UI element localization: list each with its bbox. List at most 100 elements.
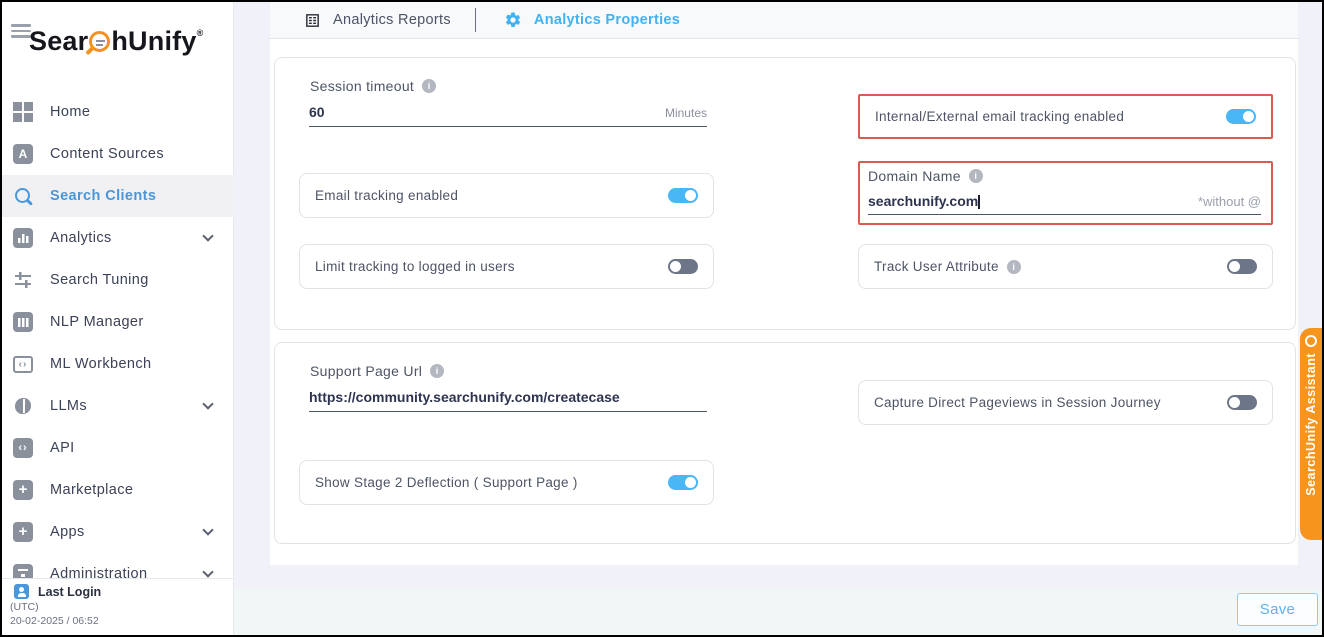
- sidebar-item-marketplace[interactable]: Marketplace: [2, 469, 234, 511]
- plus-icon: [13, 522, 33, 542]
- internal-external-tracking-card: Internal/External email tracking enabled: [858, 94, 1273, 139]
- analytics-properties-card-2: Support Page Url i Capture Direct Pagevi…: [274, 342, 1296, 544]
- limit-tracking-toggle[interactable]: [668, 259, 698, 274]
- logo-text-pre: Sear: [29, 26, 88, 56]
- analytics-properties-card-1: Session timeout i Minutes Internal/Exter…: [274, 57, 1296, 330]
- bar-chart-icon: [13, 228, 33, 248]
- chevron-down-icon: [202, 230, 213, 241]
- sidebar-item-search-tuning[interactable]: Search Tuning: [2, 259, 234, 301]
- tab-divider: [475, 8, 476, 32]
- gear-icon: [504, 11, 522, 29]
- hamburger-menu-icon[interactable]: [11, 24, 31, 38]
- label-text: Support Page Url: [310, 363, 422, 379]
- magnifier-logo-icon: [89, 31, 110, 52]
- report-grid-icon: [304, 12, 321, 29]
- chevron-down-icon: [202, 566, 213, 577]
- tab-analytics-reports[interactable]: Analytics Reports: [304, 12, 451, 29]
- session-timeout-label: Session timeout i: [310, 78, 436, 94]
- sidebar-item-search-clients[interactable]: Search Clients: [2, 175, 234, 217]
- assistant-logo-icon: [1305, 335, 1317, 347]
- api-icon: [13, 438, 33, 458]
- chevron-down-icon: [202, 398, 213, 409]
- dashboard-icon: [13, 102, 33, 122]
- logo-text-post: hUnify: [111, 26, 196, 56]
- track-user-attribute-card: Track User Attribute i: [858, 244, 1273, 289]
- limit-tracking-card: Limit tracking to logged in users: [299, 244, 714, 289]
- support-page-url-label: Support Page Url i: [310, 363, 444, 379]
- sidebar-item-analytics[interactable]: Analytics: [2, 217, 234, 259]
- sidebar-item-label: Content Sources: [50, 146, 220, 162]
- label-text: Session timeout: [310, 78, 414, 94]
- sidebar-item-apps[interactable]: Apps: [2, 511, 234, 553]
- stage2-deflection-label: Show Stage 2 Deflection ( Support Page ): [315, 475, 578, 490]
- domain-name-label: Domain Name i: [868, 168, 1261, 184]
- sidebar-item-content-sources[interactable]: Content Sources: [2, 133, 234, 175]
- brain-icon: [13, 396, 33, 416]
- sliders-icon: [13, 270, 33, 290]
- tab-label: Analytics Properties: [534, 12, 680, 28]
- info-icon[interactable]: i: [430, 364, 444, 378]
- code-brackets-icon: [13, 356, 33, 373]
- capture-pageviews-label: Capture Direct Pageviews in Session Jour…: [874, 395, 1161, 410]
- chevron-down-icon: [202, 524, 213, 535]
- last-login-panel: Last Login (UTC) 20-02-2025 / 06:52: [2, 578, 233, 635]
- email-tracking-label: Email tracking enabled: [315, 188, 458, 203]
- info-icon[interactable]: i: [1007, 260, 1021, 274]
- domain-name-field: Domain Name i searchunify.com *without @: [858, 161, 1273, 225]
- capture-pageviews-toggle[interactable]: [1227, 395, 1257, 410]
- sidebar-item-api[interactable]: API: [2, 427, 234, 469]
- domain-name-hint: *without @: [1198, 194, 1261, 209]
- domain-name-value: searchunify.com: [868, 193, 978, 209]
- email-tracking-toggle[interactable]: [668, 188, 698, 203]
- internal-external-tracking-toggle[interactable]: [1226, 109, 1256, 124]
- stage2-deflection-toggle[interactable]: [668, 475, 698, 490]
- sidebar-item-label: Apps: [50, 524, 204, 540]
- domain-name-input[interactable]: searchunify.com *without @: [868, 193, 1261, 215]
- tab-analytics-properties[interactable]: Analytics Properties: [504, 11, 680, 29]
- info-icon[interactable]: i: [422, 79, 436, 93]
- save-button[interactable]: Save: [1237, 593, 1318, 626]
- assistant-label: SearchUnify Assistant: [1304, 353, 1318, 496]
- last-login-timezone: (UTC): [10, 601, 225, 613]
- session-timeout-input[interactable]: [309, 104, 665, 120]
- search-icon: [13, 186, 33, 206]
- app-window: Sear hUnify® Home Content Sources Search …: [0, 0, 1324, 637]
- support-page-url-input[interactable]: [309, 389, 707, 405]
- sidebar-item-home[interactable]: Home: [2, 91, 234, 133]
- sidebar-item-label: Search Tuning: [50, 272, 220, 288]
- track-user-attribute-label: Track User Attribute: [874, 259, 999, 274]
- session-timeout-unit: Minutes: [665, 106, 707, 120]
- logo-trademark: ®: [197, 28, 204, 38]
- tab-label: Analytics Reports: [333, 12, 451, 28]
- sidebar-item-nlp-manager[interactable]: NLP Manager: [2, 301, 234, 343]
- text-cursor: [978, 195, 980, 209]
- sidebar-item-llms[interactable]: LLMs: [2, 385, 234, 427]
- track-user-attribute-toggle[interactable]: [1227, 259, 1257, 274]
- sidebar-item-label: NLP Manager: [50, 314, 220, 330]
- brand-logo[interactable]: Sear hUnify®: [29, 26, 203, 57]
- sidebar-item-label: API: [50, 440, 220, 456]
- last-login-title: Last Login: [38, 585, 101, 599]
- email-tracking-card: Email tracking enabled: [299, 173, 714, 218]
- last-login-datetime: 20-02-2025 / 06:52: [10, 615, 225, 627]
- info-icon[interactable]: i: [969, 169, 983, 183]
- sidebar-item-label: ML Workbench: [50, 356, 220, 372]
- sidebar-item-label: Analytics: [50, 230, 204, 246]
- user-card-icon: [14, 584, 29, 599]
- sidebar-item-label: LLMs: [50, 398, 204, 414]
- internal-external-tracking-label: Internal/External email tracking enabled: [875, 109, 1124, 124]
- capture-pageviews-card: Capture Direct Pageviews in Session Jour…: [858, 380, 1273, 425]
- top-tabbar: Analytics Reports Analytics Properties: [270, 2, 1298, 39]
- footer-bar: [234, 589, 1324, 637]
- assistant-side-tab[interactable]: SearchUnify Assistant: [1300, 328, 1322, 540]
- sidebar-item-label: Search Clients: [50, 188, 220, 204]
- sidebar-nav: Home Content Sources Search Clients Anal…: [2, 91, 234, 595]
- sidebar-item-label: Home: [50, 104, 220, 120]
- stage2-deflection-card: Show Stage 2 Deflection ( Support Page ): [299, 460, 714, 505]
- nlp-icon: [13, 312, 33, 332]
- plus-icon: [13, 480, 33, 500]
- sidebar: Sear hUnify® Home Content Sources Search …: [2, 2, 234, 635]
- sidebar-item-ml-workbench[interactable]: ML Workbench: [2, 343, 234, 385]
- sidebar-item-label: Marketplace: [50, 482, 220, 498]
- limit-tracking-label: Limit tracking to logged in users: [315, 259, 515, 274]
